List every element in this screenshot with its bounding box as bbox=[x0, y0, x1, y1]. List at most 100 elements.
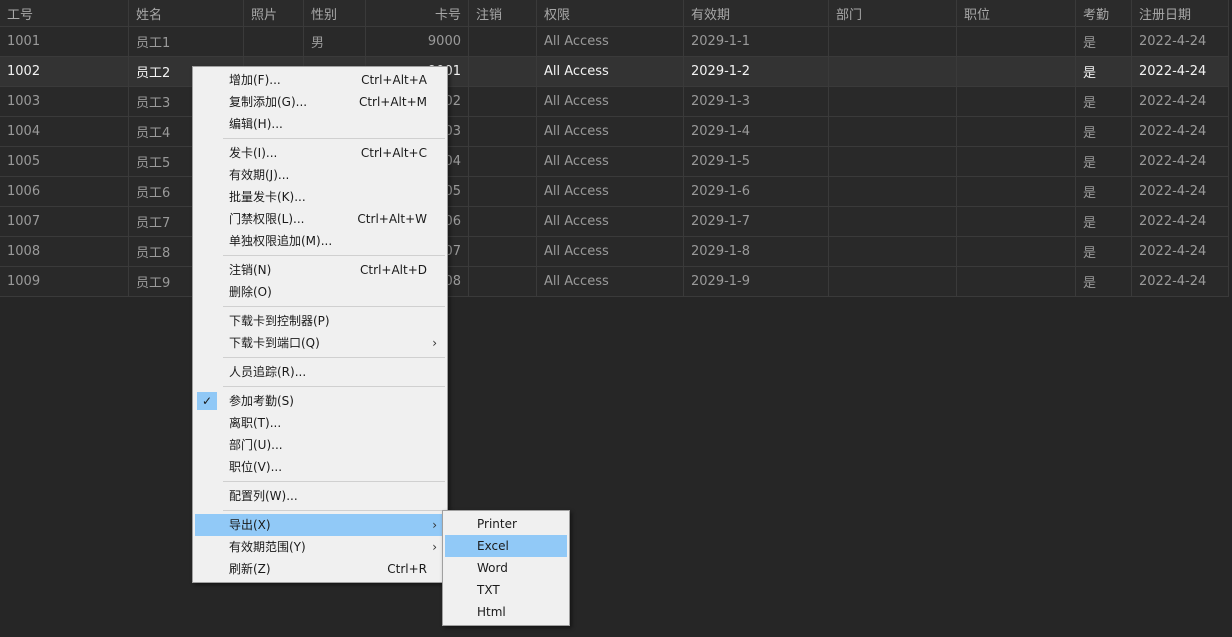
cell-department[interactable] bbox=[829, 177, 957, 206]
menu-item-refresh[interactable]: 刷新(Z) Ctrl+R bbox=[195, 558, 445, 580]
cell-register-date[interactable]: 2022-4-24 bbox=[1132, 267, 1229, 296]
cell-cancelled[interactable] bbox=[469, 147, 537, 176]
cell-attendance[interactable]: 是 bbox=[1076, 177, 1132, 206]
menu-item-issue-card[interactable]: 发卡(I)... Ctrl+Alt+C bbox=[195, 142, 445, 164]
cell-validity[interactable]: 2029-1-8 bbox=[684, 237, 829, 266]
table-row[interactable]: 1009员工99008All Access2029-1-9是2022-4-24 bbox=[0, 267, 1229, 297]
cell-cancelled[interactable] bbox=[469, 177, 537, 206]
cell-attendance[interactable]: 是 bbox=[1076, 27, 1132, 56]
table-row[interactable]: 1006员工69005All Access2029-1-6是2022-4-24 bbox=[0, 177, 1229, 207]
table-row[interactable]: 1003员工39002All Access2029-1-3是2022-4-24 bbox=[0, 87, 1229, 117]
menu-item-door-access[interactable]: 门禁权限(L)... Ctrl+Alt+W bbox=[195, 208, 445, 230]
cell-attendance[interactable]: 是 bbox=[1076, 117, 1132, 146]
cell-register-date[interactable]: 2022-4-24 bbox=[1132, 177, 1229, 206]
menu-item-department[interactable]: 部门(U)... bbox=[195, 434, 445, 456]
cell-cancelled[interactable] bbox=[469, 117, 537, 146]
col-header-id[interactable]: 工号 bbox=[0, 0, 129, 26]
cell-gender[interactable]: 男 bbox=[304, 27, 366, 56]
cell-department[interactable] bbox=[829, 57, 957, 86]
table-row[interactable]: 1002员工29001All Access2029-1-2是2022-4-24 bbox=[0, 57, 1229, 87]
col-header-position[interactable]: 职位 bbox=[957, 0, 1076, 26]
cell-position[interactable] bbox=[957, 177, 1076, 206]
cell-id[interactable]: 1008 bbox=[0, 237, 129, 266]
export-excel[interactable]: Excel bbox=[445, 535, 567, 557]
menu-item-single-access[interactable]: 单独权限追加(M)... bbox=[195, 230, 445, 252]
menu-item-validity[interactable]: 有效期(J)... bbox=[195, 164, 445, 186]
menu-item-attendance[interactable]: ✓ 参加考勤(S) bbox=[195, 390, 445, 412]
menu-item-add[interactable]: 增加(F)... Ctrl+Alt+A bbox=[195, 69, 445, 91]
cell-id[interactable]: 1001 bbox=[0, 27, 129, 56]
cell-validity[interactable]: 2029-1-3 bbox=[684, 87, 829, 116]
export-txt[interactable]: TXT bbox=[445, 579, 567, 601]
menu-item-cancel[interactable]: 注销(N) Ctrl+Alt+D bbox=[195, 259, 445, 281]
cell-id[interactable]: 1007 bbox=[0, 207, 129, 236]
cell-permission[interactable]: All Access bbox=[537, 207, 684, 236]
cell-card[interactable]: 9000 bbox=[366, 27, 469, 56]
cell-position[interactable] bbox=[957, 117, 1076, 146]
col-header-cancelled[interactable]: 注销 bbox=[469, 0, 537, 26]
cell-department[interactable] bbox=[829, 267, 957, 296]
cell-permission[interactable]: All Access bbox=[537, 57, 684, 86]
cell-validity[interactable]: 2029-1-9 bbox=[684, 267, 829, 296]
cell-validity[interactable]: 2029-1-5 bbox=[684, 147, 829, 176]
menu-item-copy-add[interactable]: 复制添加(G)... Ctrl+Alt+M bbox=[195, 91, 445, 113]
cell-name[interactable]: 员工1 bbox=[129, 27, 244, 56]
col-header-attendance[interactable]: 考勤 bbox=[1076, 0, 1132, 26]
menu-item-batch-issue[interactable]: 批量发卡(K)... bbox=[195, 186, 445, 208]
cell-attendance[interactable]: 是 bbox=[1076, 57, 1132, 86]
cell-department[interactable] bbox=[829, 147, 957, 176]
cell-id[interactable]: 1004 bbox=[0, 117, 129, 146]
menu-item-download-port[interactable]: 下载卡到端口(Q) › bbox=[195, 332, 445, 354]
cell-department[interactable] bbox=[829, 27, 957, 56]
cell-permission[interactable]: All Access bbox=[537, 237, 684, 266]
col-header-register-date[interactable]: 注册日期 bbox=[1132, 0, 1229, 26]
cell-permission[interactable]: All Access bbox=[537, 117, 684, 146]
menu-item-download-controller[interactable]: 下载卡到控制器(P) bbox=[195, 310, 445, 332]
cell-permission[interactable]: All Access bbox=[537, 177, 684, 206]
table-row[interactable]: 1004员工49003All Access2029-1-4是2022-4-24 bbox=[0, 117, 1229, 147]
menu-item-resign[interactable]: 离职(T)... bbox=[195, 412, 445, 434]
cell-validity[interactable]: 2029-1-4 bbox=[684, 117, 829, 146]
cell-position[interactable] bbox=[957, 237, 1076, 266]
table-row[interactable]: 1007员工79006All Access2029-1-7是2022-4-24 bbox=[0, 207, 1229, 237]
cell-position[interactable] bbox=[957, 27, 1076, 56]
col-header-department[interactable]: 部门 bbox=[829, 0, 957, 26]
cell-cancelled[interactable] bbox=[469, 27, 537, 56]
cell-permission[interactable]: All Access bbox=[537, 87, 684, 116]
cell-register-date[interactable]: 2022-4-24 bbox=[1132, 147, 1229, 176]
col-header-gender[interactable]: 性别 bbox=[304, 0, 366, 26]
cell-register-date[interactable]: 2022-4-24 bbox=[1132, 117, 1229, 146]
menu-item-tracking[interactable]: 人员追踪(R)... bbox=[195, 361, 445, 383]
cell-cancelled[interactable] bbox=[469, 87, 537, 116]
cell-permission[interactable]: All Access bbox=[537, 27, 684, 56]
col-header-card[interactable]: 卡号 bbox=[366, 0, 469, 26]
cell-department[interactable] bbox=[829, 207, 957, 236]
table-row[interactable]: 1005员工59004All Access2029-1-5是2022-4-24 bbox=[0, 147, 1229, 177]
cell-cancelled[interactable] bbox=[469, 207, 537, 236]
cell-register-date[interactable]: 2022-4-24 bbox=[1132, 207, 1229, 236]
cell-attendance[interactable]: 是 bbox=[1076, 207, 1132, 236]
cell-position[interactable] bbox=[957, 87, 1076, 116]
col-header-photo[interactable]: 照片 bbox=[244, 0, 304, 26]
cell-department[interactable] bbox=[829, 237, 957, 266]
cell-position[interactable] bbox=[957, 147, 1076, 176]
cell-department[interactable] bbox=[829, 117, 957, 146]
cell-position[interactable] bbox=[957, 57, 1076, 86]
menu-item-position[interactable]: 职位(V)... bbox=[195, 456, 445, 478]
cell-cancelled[interactable] bbox=[469, 57, 537, 86]
cell-validity[interactable]: 2029-1-6 bbox=[684, 177, 829, 206]
cell-cancelled[interactable] bbox=[469, 267, 537, 296]
cell-register-date[interactable]: 2022-4-24 bbox=[1132, 237, 1229, 266]
cell-cancelled[interactable] bbox=[469, 237, 537, 266]
cell-register-date[interactable]: 2022-4-24 bbox=[1132, 27, 1229, 56]
col-header-permission[interactable]: 权限 bbox=[537, 0, 684, 26]
menu-item-validity-range[interactable]: 有效期范围(Y) › bbox=[195, 536, 445, 558]
cell-id[interactable]: 1009 bbox=[0, 267, 129, 296]
export-printer[interactable]: Printer bbox=[445, 513, 567, 535]
cell-department[interactable] bbox=[829, 87, 957, 116]
cell-id[interactable]: 1005 bbox=[0, 147, 129, 176]
menu-item-edit[interactable]: 编辑(H)... bbox=[195, 113, 445, 135]
cell-permission[interactable]: All Access bbox=[537, 147, 684, 176]
cell-validity[interactable]: 2029-1-2 bbox=[684, 57, 829, 86]
cell-photo[interactable] bbox=[244, 27, 304, 56]
